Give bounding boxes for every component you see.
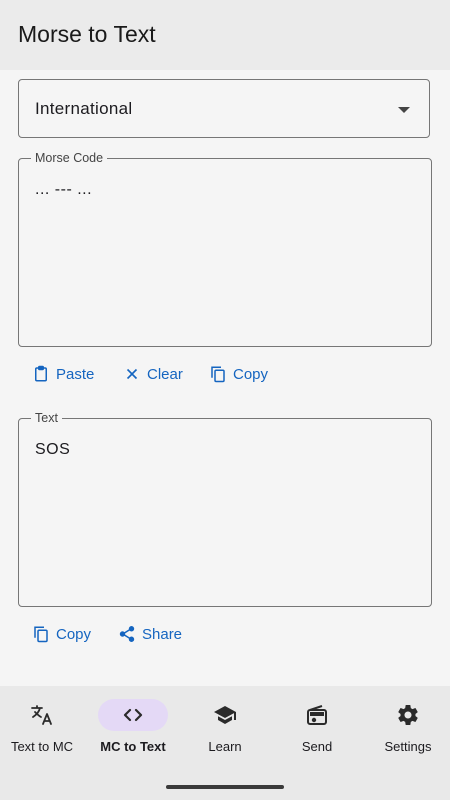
code-icon: [123, 708, 143, 722]
copy-icon: [211, 366, 225, 383]
morse-actions: Paste Clear Copy: [0, 359, 450, 389]
page-title: Morse to Text: [18, 21, 156, 47]
nav-item-settings[interactable]: Settings: [366, 686, 450, 766]
copy-icon: [34, 626, 48, 643]
clipboard-icon: [35, 365, 47, 382]
paste-label: Paste: [56, 365, 95, 383]
copy-morse-label: Copy: [233, 365, 269, 383]
nav-item-text-to-mc[interactable]: Text to MC: [0, 686, 90, 766]
gear-icon: [398, 705, 418, 725]
dropdown-arrow-icon: [398, 107, 410, 113]
nav-label: Learn: [208, 739, 242, 754]
share-button[interactable]: Share: [118, 619, 182, 649]
share-icon: [119, 626, 135, 642]
app-bar: Morse to Text: [0, 0, 450, 70]
text-label: Text: [31, 411, 62, 425]
nav-item-send[interactable]: Send: [275, 686, 365, 766]
copy-text-label: Copy: [56, 625, 92, 643]
radio-icon: [307, 705, 327, 725]
nav-label: MC to Text: [100, 739, 166, 754]
language-dropdown-value: International: [35, 99, 133, 118]
clear-label: Clear: [147, 365, 183, 383]
close-icon: [126, 368, 138, 380]
copy-text-button[interactable]: Copy: [32, 619, 91, 649]
morse-code-input[interactable]: ... --- ...: [35, 181, 92, 199]
share-label: Share: [142, 625, 183, 643]
morse-code-field[interactable]: Morse Code ... --- ...: [18, 151, 432, 347]
paste-button[interactable]: Paste: [32, 359, 94, 389]
text-actions: Copy Share: [0, 619, 450, 649]
clear-button[interactable]: Clear: [123, 359, 183, 389]
nav-label: Send: [301, 739, 333, 754]
gesture-handle: [166, 785, 284, 789]
translate-icon: [31, 705, 52, 725]
copy-morse-button[interactable]: Copy: [209, 359, 268, 389]
language-dropdown[interactable]: International: [18, 79, 430, 138]
school-icon: [214, 706, 236, 724]
nav-label: Text to MC: [10, 739, 74, 754]
nav-item-learn[interactable]: Learn: [183, 686, 273, 766]
nav-item-mc-to-text[interactable]: MC to Text: [91, 686, 181, 766]
morse-code-label: Morse Code: [31, 151, 108, 165]
nav-label: Settings: [384, 739, 432, 754]
text-output[interactable]: SOS: [35, 441, 70, 459]
text-field[interactable]: Text SOS: [18, 411, 432, 607]
bottom-navigation: Text to MC MC to Text Learn Send Setting…: [0, 686, 450, 800]
